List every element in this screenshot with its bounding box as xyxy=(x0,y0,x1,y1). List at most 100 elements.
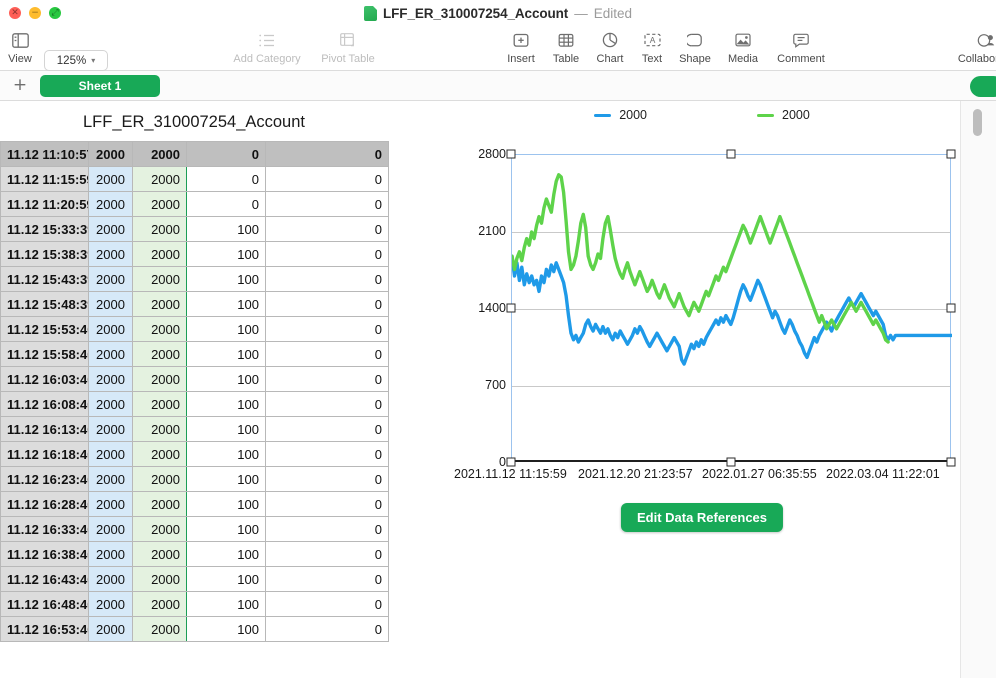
table-row[interactable]: 11.12 15:43:39 2000 2000 100 0 xyxy=(0,266,389,292)
cell-n2[interactable]: 0 xyxy=(265,316,389,342)
cell-n1[interactable]: 0 xyxy=(186,166,266,192)
cell-n1[interactable]: 100 xyxy=(186,591,266,617)
table-row[interactable]: 11.12 16:48:40 2000 2000 100 0 xyxy=(0,591,389,617)
cell-blue[interactable]: 2000 xyxy=(88,241,133,267)
minimize-window-icon[interactable]: − xyxy=(29,7,41,19)
legend-item-series-1[interactable]: 2000 xyxy=(594,108,647,122)
cell-n2[interactable]: 0 xyxy=(265,291,389,317)
table-row[interactable]: 11.12 16:38:40 2000 2000 100 0 xyxy=(0,541,389,567)
cell-n2[interactable]: 0 xyxy=(265,191,389,217)
cell-time[interactable]: 11.12 16:38:40 xyxy=(0,541,89,567)
cell-n1[interactable]: 100 xyxy=(186,316,266,342)
cell-n1[interactable]: 100 xyxy=(186,216,266,242)
cell-n2[interactable]: 0 xyxy=(265,516,389,542)
cell-green[interactable]: 2000 xyxy=(132,466,187,492)
toolbar-button-collaborate[interactable]: Collaborate xyxy=(950,29,996,65)
cell-n1[interactable]: 100 xyxy=(186,266,266,292)
cell-green[interactable]: 2000 xyxy=(132,291,187,317)
selection-handle-6[interactable] xyxy=(726,457,736,467)
cell-time[interactable]: 11.12 15:33:39 xyxy=(0,216,89,242)
cell-n1[interactable]: 100 xyxy=(186,566,266,592)
cell-n2[interactable]: 0 xyxy=(265,466,389,492)
cell-green[interactable]: 2000 xyxy=(132,441,187,467)
add-sheet-button[interactable]: + xyxy=(10,76,30,96)
cell-n1[interactable]: 100 xyxy=(186,466,266,492)
cell-time[interactable]: 11.12 16:18:40 xyxy=(0,441,89,467)
cell-n1[interactable]: 100 xyxy=(186,491,266,517)
cell-n2[interactable]: 0 xyxy=(265,141,389,167)
cell-n2[interactable]: 0 xyxy=(265,416,389,442)
cell-n1[interactable]: 100 xyxy=(186,516,266,542)
cell-n1[interactable]: 100 xyxy=(186,541,266,567)
cell-time[interactable]: 11.12 16:28:40 xyxy=(0,491,89,517)
cell-n2[interactable]: 0 xyxy=(265,591,389,617)
cell-time[interactable]: 11.12 11:20:59 xyxy=(0,191,89,217)
chart-object[interactable]: 2000 2000 0 700 1400 2100 2800 2021.11.12 11… xyxy=(444,101,960,678)
table-row[interactable]: 11.12 15:53:40 2000 2000 100 0 xyxy=(0,316,389,342)
table-row[interactable]: 11.12 16:08:40 2000 2000 100 0 xyxy=(0,391,389,417)
cell-green[interactable]: 2000 xyxy=(132,616,187,642)
cell-blue[interactable]: 2000 xyxy=(88,491,133,517)
cell-n1[interactable]: 0 xyxy=(186,191,266,217)
cell-time[interactable]: 11.12 15:43:39 xyxy=(0,266,89,292)
cell-green[interactable]: 2000 xyxy=(132,166,187,192)
cell-time[interactable]: 11.12 16:03:40 xyxy=(0,366,89,392)
table-row[interactable]: 11.12 15:58:40 2000 2000 100 0 xyxy=(0,341,389,367)
cell-blue[interactable]: 2000 xyxy=(88,166,133,192)
table-row[interactable]: 11.12 16:28:40 2000 2000 100 0 xyxy=(0,491,389,517)
data-table[interactable]: 11.12 11:10:57 2000 2000 0 0 11.12 11:15:59 20… xyxy=(0,141,389,642)
selection-handle-3[interactable] xyxy=(946,149,956,159)
cell-n1[interactable]: 100 xyxy=(186,441,266,467)
cell-blue[interactable]: 2000 xyxy=(88,466,133,492)
cell-n2[interactable]: 0 xyxy=(265,341,389,367)
close-window-icon[interactable]: ✕ xyxy=(9,7,21,19)
cell-blue[interactable]: 2000 xyxy=(88,191,133,217)
cell-n2[interactable]: 0 xyxy=(265,391,389,417)
cell-green[interactable]: 2000 xyxy=(132,516,187,542)
cell-time[interactable]: 11.12 15:58:40 xyxy=(0,341,89,367)
toolbar-button-pivot-table[interactable]: Pivot Table xyxy=(312,29,384,65)
cell-n1[interactable]: 100 xyxy=(186,291,266,317)
vertical-scrollbar-thumb[interactable] xyxy=(973,109,982,136)
cell-blue[interactable]: 2000 xyxy=(88,266,133,292)
cell-n1[interactable]: 100 xyxy=(186,241,266,267)
cell-time[interactable]: 11.12 11:15:59 xyxy=(0,166,89,192)
cell-blue[interactable]: 2000 xyxy=(88,516,133,542)
cell-n2[interactable]: 0 xyxy=(265,266,389,292)
selection-handle-1[interactable] xyxy=(506,149,516,159)
cell-n1[interactable]: 0 xyxy=(186,141,266,167)
cell-green[interactable]: 2000 xyxy=(132,241,187,267)
cell-n2[interactable]: 0 xyxy=(265,166,389,192)
selection-handle-7[interactable] xyxy=(506,457,516,467)
cell-time[interactable]: 11.12 16:23:40 xyxy=(0,466,89,492)
cell-green[interactable]: 2000 xyxy=(132,416,187,442)
cell-time[interactable]: 11.12 16:08:40 xyxy=(0,391,89,417)
cell-time[interactable]: 11.12 16:53:40 xyxy=(0,616,89,642)
cell-blue[interactable]: 2000 xyxy=(88,441,133,467)
table-row[interactable]: 11.12 16:33:40 2000 2000 100 0 xyxy=(0,516,389,542)
share-button[interactable] xyxy=(970,76,996,97)
cell-n1[interactable]: 100 xyxy=(186,366,266,392)
cell-n2[interactable]: 0 xyxy=(265,566,389,592)
cell-n2[interactable]: 0 xyxy=(265,616,389,642)
cell-green[interactable]: 2000 xyxy=(132,491,187,517)
cell-time[interactable]: 11.12 16:48:40 xyxy=(0,591,89,617)
cell-green[interactable]: 2000 xyxy=(132,341,187,367)
cell-blue[interactable]: 2000 xyxy=(88,341,133,367)
table-header-row[interactable]: 11.12 11:10:57 2000 2000 0 0 xyxy=(0,141,389,167)
cell-green[interactable]: 2000 xyxy=(132,391,187,417)
cell-green[interactable]: 2000 xyxy=(132,191,187,217)
cell-blue[interactable]: 2000 xyxy=(88,141,133,167)
cell-blue[interactable]: 2000 xyxy=(88,316,133,342)
table-row[interactable]: 11.12 11:20:59 2000 2000 0 0 xyxy=(0,191,389,217)
table-row[interactable]: 11.12 16:03:40 2000 2000 100 0 xyxy=(0,366,389,392)
edit-data-references-button[interactable]: Edit Data References xyxy=(620,503,784,532)
cell-time[interactable]: 11.12 11:10:57 xyxy=(0,141,89,167)
cell-n1[interactable]: 100 xyxy=(186,391,266,417)
legend-item-series-2[interactable]: 2000 xyxy=(757,108,810,122)
selection-handle-8[interactable] xyxy=(506,303,516,313)
cell-blue[interactable]: 2000 xyxy=(88,616,133,642)
table-row[interactable]: 11.12 16:18:40 2000 2000 100 0 xyxy=(0,441,389,467)
cell-n2[interactable]: 0 xyxy=(265,441,389,467)
cell-green[interactable]: 2000 xyxy=(132,141,187,167)
